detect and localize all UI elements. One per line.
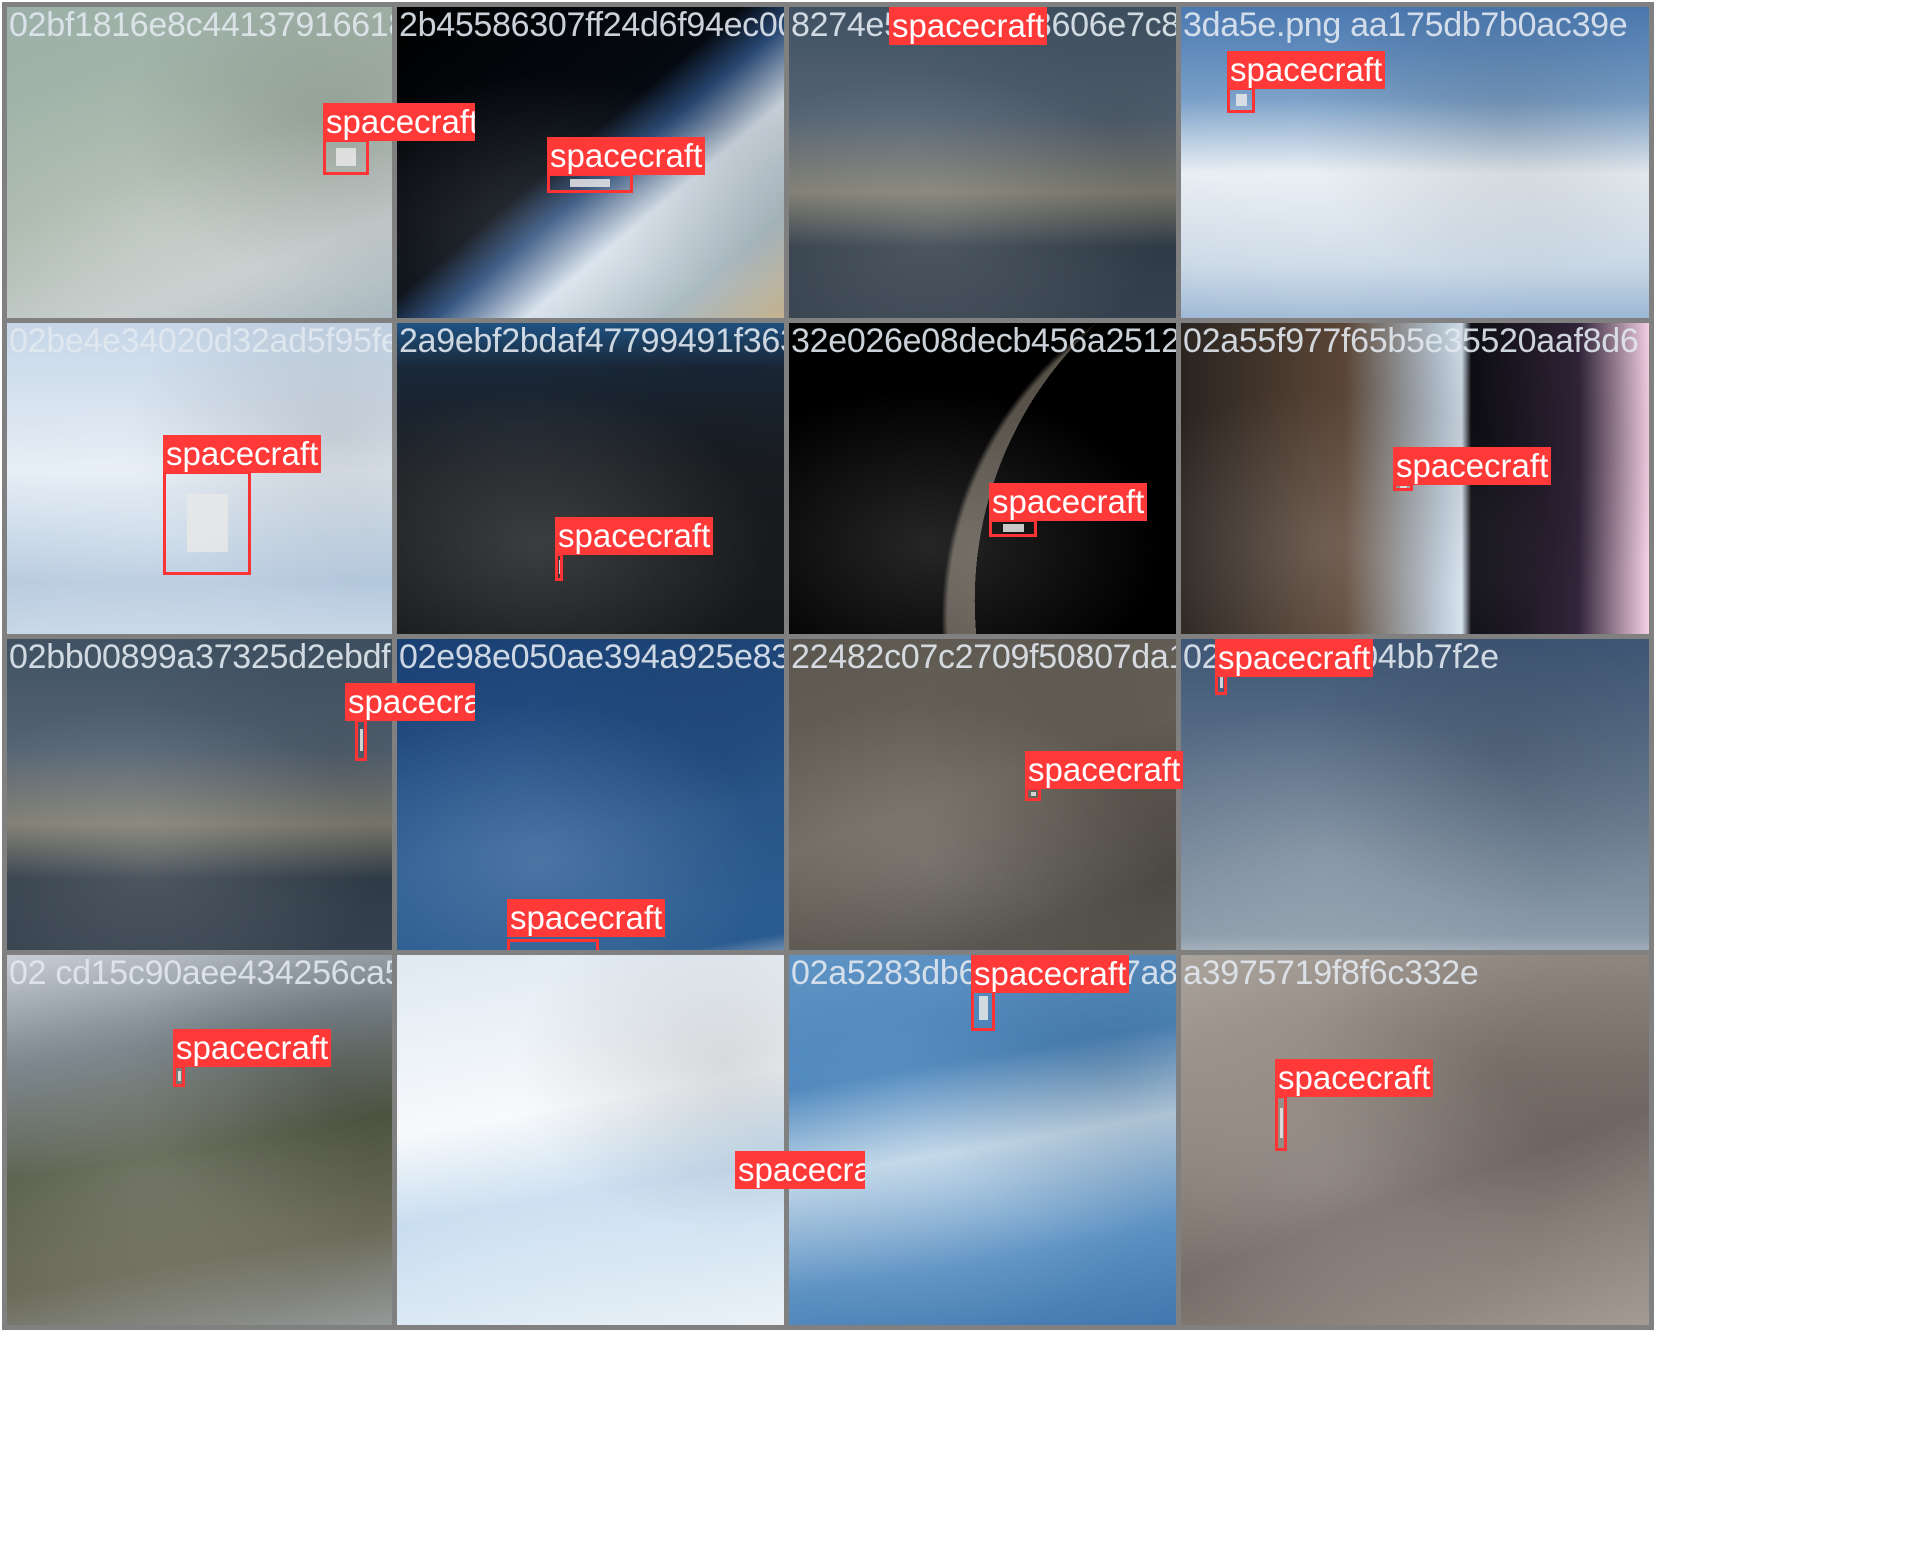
spacecraft-object	[1399, 486, 1407, 488]
detection-label: spacecraft	[989, 483, 1148, 521]
detection-label: spacecraft	[1227, 51, 1386, 89]
detection-label: spacecraft	[163, 435, 322, 473]
detection-label: spacecraft	[735, 1151, 865, 1189]
spacecraft-object	[1219, 676, 1223, 688]
detection-box	[323, 139, 369, 175]
detection-label: spacecraft	[1393, 447, 1552, 485]
detection-box	[1227, 87, 1255, 113]
detection-box	[355, 719, 367, 761]
detection-mosaic: 02bf1816e8c441379166182b880 spacecraft 2b4…	[0, 0, 1920, 1552]
detection-box	[1025, 787, 1041, 801]
spacecraft-object	[186, 493, 228, 553]
detection-box	[989, 519, 1037, 537]
detection-label: spacecraft	[555, 517, 714, 555]
spacecraft-object	[1030, 791, 1036, 797]
spacecraft-object	[558, 560, 560, 574]
detection-label: spacecraft	[323, 103, 475, 141]
detection-box	[547, 173, 633, 193]
detection-label: spacecraft	[507, 899, 666, 937]
spacecraft-object	[1279, 1108, 1283, 1138]
spacecraft-object	[570, 178, 610, 188]
spacecraft-object	[978, 996, 988, 1020]
detection-label: spacecraft	[889, 7, 1048, 45]
detection-label: spacecraft	[1025, 751, 1184, 789]
spacecraft-object	[1235, 94, 1247, 106]
image-tile: a3975719f8f6c332e spacecraft	[1176, 950, 1654, 1330]
detection-label: spacecraft	[345, 683, 475, 721]
detection-label: spacecraft	[1275, 1059, 1434, 1097]
detection-box	[163, 471, 251, 575]
detection-label: spacecraft	[547, 137, 706, 175]
spacecraft-object	[359, 729, 363, 751]
spacecraft-object	[177, 1071, 181, 1081]
detection-box	[555, 553, 563, 581]
detection-label: spacecraft	[173, 1029, 332, 1067]
scene-texture	[1181, 955, 1649, 1325]
spacecraft-object	[1002, 524, 1024, 532]
detection-label: spacecraft	[1215, 639, 1374, 677]
detection-box	[1275, 1095, 1287, 1151]
spacecraft-object	[336, 148, 356, 166]
detection-box	[173, 1065, 185, 1087]
detection-label: spacecraft	[971, 955, 1130, 993]
